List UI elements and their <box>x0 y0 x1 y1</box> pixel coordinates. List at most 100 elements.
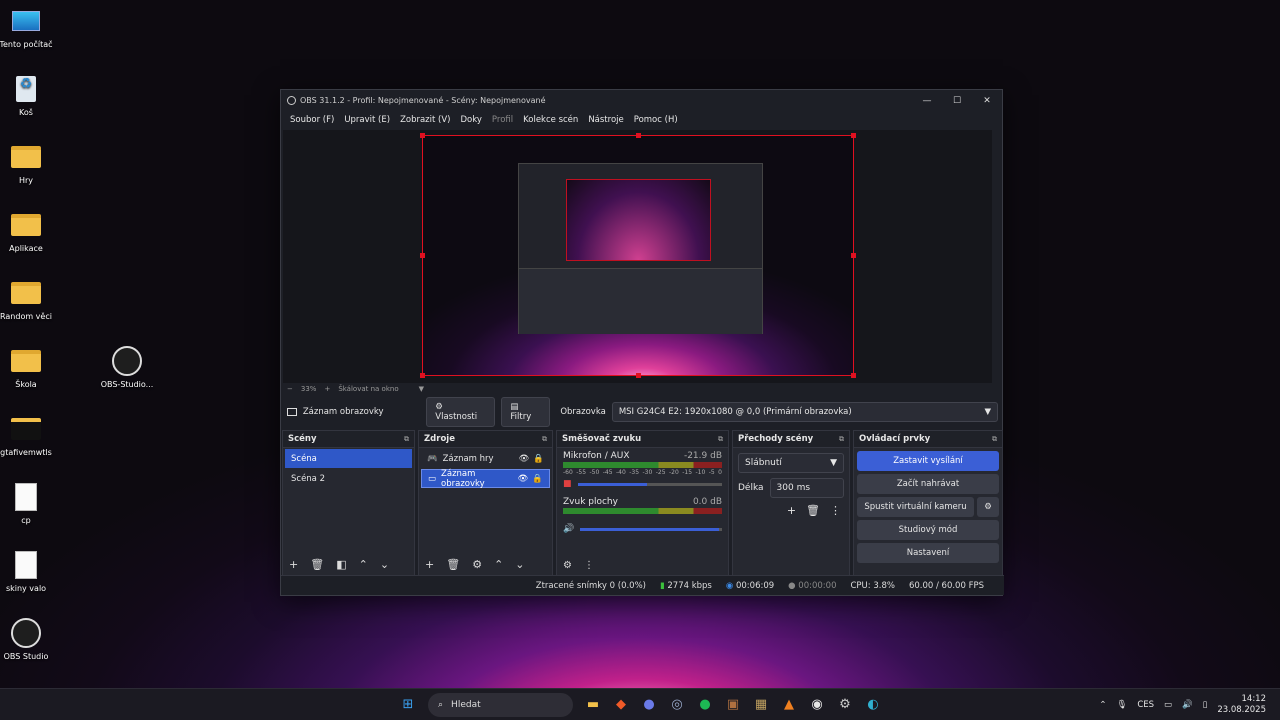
windows-start-icon[interactable]: ⊞ <box>397 694 419 716</box>
lock-icon[interactable]: 🔒 <box>533 454 544 464</box>
undock-icon[interactable]: ⧉ <box>404 435 409 444</box>
desktop-icon-gtafivem[interactable]: gtafivemwtls <box>0 414 56 458</box>
desktop-icon-aplikace[interactable]: Aplikace <box>0 210 56 254</box>
obs-icon[interactable]: ◉ <box>806 694 828 716</box>
speaker-icon[interactable]: 🔊 <box>563 524 574 534</box>
desktop-icon-obs[interactable]: OBS Studio <box>0 618 56 662</box>
add-icon[interactable]: + <box>289 558 298 571</box>
display-select[interactable]: MSI G24C4 E2: 1920x1080 @ 0,0 (Primární … <box>611 402 999 422</box>
resize-handle[interactable] <box>420 253 425 258</box>
language-indicator[interactable]: CES <box>1137 700 1154 710</box>
undock-icon[interactable]: ⧉ <box>992 435 997 444</box>
network-icon[interactable]: ▭ <box>1164 700 1172 710</box>
menu-view[interactable]: Zobrazit (V) <box>395 115 455 125</box>
studio-mode-button[interactable]: Studiový mód <box>857 520 999 540</box>
minecraft-icon[interactable]: ▦ <box>750 694 772 716</box>
gear-icon[interactable]: ⚙ <box>472 558 482 571</box>
resize-handle[interactable] <box>420 373 425 378</box>
source-item[interactable]: ▭ Záznam obrazovky 👁 🔒 <box>421 469 550 489</box>
desktop-icon-cp[interactable]: cp <box>0 482 56 526</box>
chevron-down-icon[interactable]: ⌄ <box>515 558 524 571</box>
desktop-icon-random[interactable]: Random věci <box>0 278 56 322</box>
undock-icon[interactable]: ⧉ <box>839 435 844 444</box>
chevron-down-icon[interactable]: ▼ <box>419 385 424 393</box>
scene-filter-icon[interactable]: ◧ <box>336 558 346 571</box>
edge-icon[interactable]: ◐ <box>862 694 884 716</box>
menu-file[interactable]: Soubor (F) <box>285 115 339 125</box>
spotify-icon[interactable]: ● <box>694 694 716 716</box>
preview-canvas[interactable] <box>420 133 856 378</box>
maximize-button[interactable]: ☐ <box>942 96 972 106</box>
battery-icon[interactable]: ▯ <box>1203 700 1208 710</box>
close-button[interactable]: ✕ <box>972 96 1002 106</box>
menu-dots-icon[interactable]: ⋮ <box>830 504 841 517</box>
file-explorer-icon[interactable]: ▬ <box>582 694 604 716</box>
resize-handle[interactable] <box>851 373 856 378</box>
properties-button[interactable]: ⚙ Vlastnosti <box>426 397 496 427</box>
menu-tools[interactable]: Nástroje <box>583 115 628 125</box>
zoom-in-button[interactable]: + <box>324 385 330 393</box>
sources-title: Zdroje <box>424 434 455 444</box>
volume-icon[interactable]: 🔊 <box>1182 700 1193 710</box>
microphone-icon[interactable]: 🎙 <box>1117 700 1128 710</box>
advanced-audio-icon[interactable]: ⚙ <box>563 560 572 571</box>
trash-icon[interactable]: 🗑 <box>806 504 820 517</box>
clock[interactable]: 14:12 23.08.2025 <box>1217 694 1266 716</box>
desktop-icon-skiny[interactable]: skiny valo <box>0 550 56 594</box>
eye-icon[interactable]: 👁 <box>518 474 529 484</box>
scale-mode[interactable]: Škálovat na okno <box>338 385 398 393</box>
menu-help[interactable]: Pomoc (H) <box>629 115 683 125</box>
settings-button[interactable]: Nastavení <box>857 543 999 563</box>
resize-handle[interactable] <box>636 373 641 378</box>
desktop-icon-pc[interactable]: Tento počítač <box>0 6 56 50</box>
eye-icon[interactable]: 👁 <box>519 454 530 464</box>
menu-docks[interactable]: Doky <box>456 115 487 125</box>
menu-edit[interactable]: Upravit (E) <box>339 115 395 125</box>
game-app-icon[interactable]: ▣ <box>722 694 744 716</box>
discord-icon[interactable]: ● <box>638 694 660 716</box>
chevron-up-icon[interactable]: ⌃ <box>1099 700 1106 710</box>
duration-input[interactable]: 300 ms <box>769 478 844 498</box>
desktop-icon-recycle-bin[interactable]: ♻ Koš <box>0 74 56 118</box>
menu-scene-collection[interactable]: Kolekce scén <box>518 115 583 125</box>
scene-item[interactable]: Scéna <box>285 449 412 468</box>
stop-streaming-button[interactable]: Zastavit vysílání <box>857 451 999 471</box>
trash-icon[interactable]: 🗑 <box>446 558 460 571</box>
steam-icon[interactable]: ◎ <box>666 694 688 716</box>
taskbar-search[interactable]: ⌕ Hledat <box>428 692 573 717</box>
zoom-out-button[interactable]: − <box>287 385 293 393</box>
minimize-button[interactable]: — <box>912 96 942 106</box>
chevron-down-icon[interactable]: ⌄ <box>380 558 389 571</box>
volume-slider[interactable] <box>580 527 722 531</box>
filters-button[interactable]: ▤ Filtry <box>501 397 551 427</box>
settings-icon[interactable]: ⚙ <box>834 694 856 716</box>
mute-icon[interactable]: ■ <box>563 479 572 489</box>
undock-icon[interactable]: ⧉ <box>542 435 547 444</box>
desktop-icon-skola[interactable]: Škola <box>0 346 56 390</box>
resize-handle[interactable] <box>420 133 425 138</box>
undock-icon[interactable]: ⧉ <box>718 435 723 444</box>
resize-handle[interactable] <box>636 133 641 138</box>
start-recording-button[interactable]: Začít nahrávat <box>857 474 999 494</box>
desktop-icon-obs-installer[interactable]: OBS-Studio... <box>97 346 157 390</box>
volume-slider[interactable] <box>577 482 722 486</box>
transition-select[interactable]: Slábnutí ▼ <box>738 453 844 473</box>
brave-icon[interactable]: ◆ <box>610 694 632 716</box>
scene-item[interactable]: Scéna 2 <box>285 469 412 488</box>
chevron-up-icon[interactable]: ⌃ <box>359 558 368 571</box>
chevron-up-icon[interactable]: ⌃ <box>494 558 503 571</box>
add-icon[interactable]: + <box>787 504 796 517</box>
trash-icon[interactable]: 🗑 <box>310 558 324 571</box>
preview-area[interactable] <box>283 130 992 383</box>
app-a-icon[interactable]: ▲ <box>778 694 800 716</box>
gear-icon[interactable]: ⚙ <box>977 497 999 517</box>
menu-dots-icon[interactable]: ⋮ <box>584 560 594 571</box>
resize-handle[interactable] <box>851 133 856 138</box>
source-item[interactable]: 🎮 Záznam hry 👁 🔒 <box>421 449 550 468</box>
menu-profile[interactable]: Profil <box>487 115 518 125</box>
lock-icon[interactable]: 🔒 <box>532 474 543 484</box>
add-icon[interactable]: + <box>425 558 434 571</box>
start-virtual-camera-button[interactable]: Spustit virtuální kameru <box>857 497 974 517</box>
desktop-icon-hry[interactable]: Hry <box>0 142 56 186</box>
resize-handle[interactable] <box>851 253 856 258</box>
